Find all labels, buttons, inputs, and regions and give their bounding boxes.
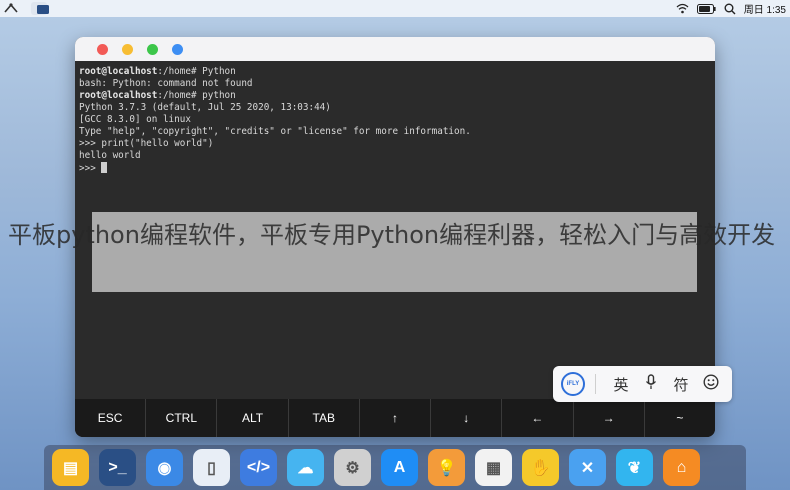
extra-keys-bar: ESC CTRL ALT TAB ↑ ↓ ← → ~ bbox=[75, 399, 715, 437]
tools-icon[interactable]: ✕ bbox=[569, 449, 606, 486]
terminal-output[interactable]: root@localhost:/home# Python bash: Python… bbox=[79, 66, 711, 174]
key-5[interactable]: ↓ bbox=[431, 399, 503, 437]
microphone-icon[interactable] bbox=[636, 374, 666, 394]
clock[interactable]: 周日 1:35 bbox=[744, 1, 786, 16]
terminal-line: root@localhost:/home# Python bbox=[79, 66, 711, 78]
output-text: Python 3.7.3 (default, Jul 25 2020, 13:0… bbox=[79, 102, 331, 113]
notes-icon[interactable]: ▯ bbox=[193, 449, 230, 486]
ime-symbol-button[interactable]: 符 bbox=[666, 374, 696, 395]
search-icon[interactable] bbox=[724, 3, 736, 15]
terminal-line: >>> print("hello world") bbox=[79, 138, 711, 150]
output-text: [GCC 8.3.0] on linux bbox=[79, 114, 191, 125]
key-1[interactable]: CTRL bbox=[146, 399, 218, 437]
butterfly-icon[interactable]: ❦ bbox=[616, 449, 653, 486]
terminal-menu-icon[interactable] bbox=[31, 2, 49, 15]
code-icon[interactable]: </> bbox=[240, 449, 277, 486]
terminal-line: Python 3.7.3 (default, Jul 25 2020, 13:0… bbox=[79, 102, 711, 114]
key-2[interactable]: ALT bbox=[217, 399, 289, 437]
command-text: python bbox=[196, 90, 236, 101]
terminal-line: Type "help", "copyright", "credits" or "… bbox=[79, 126, 711, 138]
lightbulb-icon[interactable]: 💡 bbox=[428, 449, 465, 486]
terminal-icon[interactable]: >_ bbox=[99, 449, 136, 486]
prompt-path: :/home# bbox=[157, 90, 197, 101]
terminal-line: >>> bbox=[79, 162, 711, 174]
dock: ▤ >_ ◉ ▯ </> ☁ ⚙ A 💡 ▦ ✋ ✕ ❦ ⌂ bbox=[44, 445, 746, 490]
touch-icon[interactable]: ✋ bbox=[522, 449, 559, 486]
terminal-line: bash: Python: command not found bbox=[79, 78, 711, 90]
minimize-button[interactable] bbox=[122, 44, 133, 55]
prompt-user: root@localhost bbox=[79, 90, 158, 101]
emoji-icon[interactable] bbox=[696, 374, 726, 394]
prompt-user: root@localhost bbox=[79, 66, 158, 77]
calculator-icon[interactable]: ▦ bbox=[475, 449, 512, 486]
key-8[interactable]: ~ bbox=[645, 399, 715, 437]
output-text: hello world bbox=[79, 150, 141, 161]
network-icon[interactable]: ⌂ bbox=[663, 449, 700, 486]
key-6[interactable]: ← bbox=[502, 399, 574, 437]
prompt-path: :/home# bbox=[157, 66, 197, 77]
key-7[interactable]: → bbox=[574, 399, 645, 437]
battery-icon[interactable] bbox=[696, 3, 716, 14]
terminal-line: [GCC 8.3.0] on linux bbox=[79, 114, 711, 126]
terminal-line: root@localhost:/home# python bbox=[79, 90, 711, 102]
maximize-button[interactable] bbox=[147, 44, 158, 55]
cloud-icon[interactable]: ☁ bbox=[287, 449, 324, 486]
files-icon[interactable]: ▤ bbox=[52, 449, 89, 486]
menu-bar: 周日 1:35 bbox=[0, 0, 790, 17]
output-text: Type "help", "copyright", "credits" or "… bbox=[79, 126, 471, 137]
key-3[interactable]: TAB bbox=[289, 399, 360, 437]
ime-divider bbox=[595, 374, 596, 394]
key-0[interactable]: ESC bbox=[75, 399, 147, 437]
ime-toolbar: iFLY 英 符 bbox=[553, 366, 732, 402]
caption-text: 平板python编程软件，平板专用Python编程利器，轻松入门与高效开发 bbox=[8, 221, 776, 249]
output-text: bash: Python: command not found bbox=[79, 78, 253, 89]
app-menu-icon[interactable] bbox=[3, 2, 19, 15]
appstore-icon[interactable]: A bbox=[381, 449, 418, 486]
ime-logo-icon[interactable]: iFLY bbox=[561, 372, 585, 396]
wifi-icon[interactable] bbox=[676, 3, 689, 14]
key-4[interactable]: ↑ bbox=[360, 399, 432, 437]
close-button[interactable] bbox=[97, 44, 108, 55]
extra-button[interactable] bbox=[172, 44, 183, 55]
ime-language-toggle[interactable]: 英 bbox=[606, 374, 636, 395]
output-text: >>> bbox=[79, 163, 102, 174]
window-titlebar[interactable] bbox=[75, 37, 715, 61]
terminal-line: hello world bbox=[79, 150, 711, 162]
planet-icon[interactable]: ◉ bbox=[146, 449, 183, 486]
text-cursor bbox=[101, 162, 108, 173]
command-text: Python bbox=[196, 66, 236, 77]
settings-icon[interactable]: ⚙ bbox=[334, 449, 371, 486]
output-text: >>> print("hello world") bbox=[79, 138, 214, 149]
